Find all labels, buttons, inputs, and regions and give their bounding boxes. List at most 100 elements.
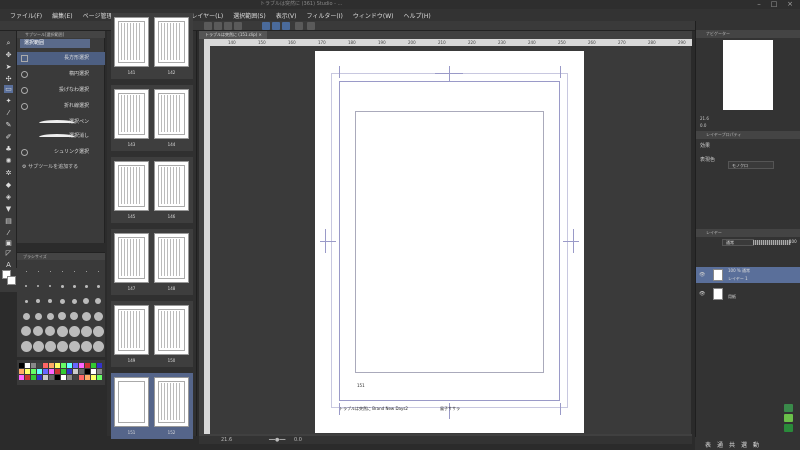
brush-size-dot[interactable] <box>45 326 55 336</box>
menu-help[interactable]: ヘルプ(H) <box>398 11 435 20</box>
color-swatch[interactable] <box>85 369 90 374</box>
snap-icon[interactable] <box>282 22 290 30</box>
brush-size-dot[interactable] <box>44 340 56 352</box>
brush-size-dot[interactable] <box>32 340 44 352</box>
menu-edit[interactable]: 編集(E) <box>47 11 77 20</box>
page-spread[interactable]: 143 144 <box>111 85 193 151</box>
color-swatch[interactable] <box>97 375 102 380</box>
page-spread[interactable]: 145 146 <box>111 157 193 223</box>
color-swatch[interactable] <box>31 363 36 368</box>
subtool-ellipse[interactable]: 楕円選択 <box>17 68 105 81</box>
tab-icon-5[interactable]: 動 <box>753 440 759 449</box>
navigator-rotate[interactable]: 0.0 <box>700 123 706 128</box>
navigator-header[interactable]: ナビゲーター <box>696 30 800 38</box>
subtool-shrink[interactable]: シュリンク選択 <box>17 146 105 159</box>
gradient-icon[interactable]: ▤ <box>4 217 13 225</box>
pencil-tool-icon[interactable]: ✐ <box>4 133 13 141</box>
brush-size-dot[interactable] <box>81 311 91 321</box>
brush-size-dot[interactable] <box>20 340 32 352</box>
status-light-icon[interactable] <box>784 414 793 422</box>
status-dark-icon[interactable] <box>784 424 793 432</box>
brush-size-dot[interactable] <box>93 311 103 321</box>
color-swatch[interactable] <box>85 375 90 380</box>
page-thumbnail[interactable] <box>154 161 189 211</box>
document-tab[interactable]: トラブルは突然に (151.clip) × <box>199 31 267 39</box>
brush-mode-icon[interactable] <box>272 22 280 30</box>
page-thumbnail[interactable] <box>154 233 189 283</box>
tab-icon-3[interactable]: 共 <box>729 440 735 449</box>
auto-select-icon[interactable]: ✦ <box>4 97 13 105</box>
figure-icon[interactable]: ⁄ <box>4 229 13 237</box>
brush-size-dot[interactable] <box>92 340 104 352</box>
subtool-lasso[interactable]: 投げなわ選択 <box>17 84 105 97</box>
subtool-select-erase[interactable]: 選択消し <box>17 130 105 143</box>
page-thumbnail[interactable] <box>154 305 189 355</box>
eyedropper-icon[interactable]: ⁄ <box>4 109 13 117</box>
color-swatch[interactable] <box>49 375 54 380</box>
brush-size-dot[interactable] <box>56 325 68 337</box>
color-swatch[interactable] <box>25 363 30 368</box>
zoom-readout[interactable]: 21.6 <box>221 436 232 444</box>
tab-icon-2[interactable]: 通 <box>717 440 723 449</box>
brush-size-dot[interactable] <box>72 284 76 288</box>
color-swatch[interactable] <box>61 369 66 374</box>
color-swatch[interactable] <box>37 363 42 368</box>
page-thumbnail[interactable] <box>114 233 149 283</box>
zoom-slider[interactable]: ━━●━━ <box>269 436 285 444</box>
color-swatch[interactable] <box>97 363 102 368</box>
menu-filter[interactable]: フィルター(I) <box>302 11 348 20</box>
pen-mode-icon[interactable] <box>262 22 270 30</box>
subtool-rect[interactable]: 長方形選択 <box>17 52 105 65</box>
airbrush-icon[interactable]: ✺ <box>4 157 13 165</box>
color-swatch[interactable] <box>97 369 102 374</box>
blend-mode-select[interactable]: 通常 <box>722 239 754 246</box>
page-spread[interactable]: 149 150 <box>111 301 193 367</box>
menu-window[interactable]: ウィンドウ(W) <box>348 11 399 20</box>
brush-size-dot[interactable] <box>68 325 80 337</box>
brush-size-dot[interactable] <box>73 270 75 272</box>
layer-palette-header[interactable]: レイヤー <box>696 229 800 237</box>
pen-tool-icon[interactable]: ✎ <box>4 121 13 129</box>
page-spread[interactable]: 141 142 <box>111 13 193 79</box>
eye-icon[interactable]: 👁 <box>699 272 705 278</box>
color-swatch[interactable] <box>37 369 42 374</box>
brush-size-dot[interactable] <box>49 285 51 287</box>
color-swatch[interactable] <box>43 375 48 380</box>
clear-icon[interactable] <box>234 22 242 30</box>
menu-selection[interactable]: 選択範囲(S) <box>228 11 271 20</box>
color-swatch[interactable] <box>67 369 72 374</box>
color-swatch[interactable] <box>55 375 60 380</box>
selection-tool-icon[interactable]: ▭ <box>4 85 13 93</box>
menu-file[interactable]: ファイル(F) <box>5 11 47 20</box>
redo-icon[interactable] <box>224 22 232 30</box>
color-swatch[interactable] <box>73 363 78 368</box>
sub-color-icon[interactable] <box>7 276 16 285</box>
color-mode-select[interactable]: モノクロ <box>728 161 774 169</box>
color-swatch[interactable] <box>55 363 60 368</box>
ruler-tool-icon[interactable]: ◸ <box>4 249 13 257</box>
brush-size-dot[interactable] <box>83 298 89 304</box>
brush-size-dot[interactable] <box>58 312 66 320</box>
color-swatch[interactable] <box>43 369 48 374</box>
color-swatch[interactable] <box>25 369 30 374</box>
color-swatch[interactable] <box>61 363 66 368</box>
color-swatch[interactable] <box>49 369 54 374</box>
color-swatch[interactable] <box>61 375 66 380</box>
page-thumbnail[interactable] <box>114 89 149 139</box>
color-swatch[interactable] <box>67 375 72 380</box>
angle-readout[interactable]: 0.0 <box>294 436 302 444</box>
color-swatch[interactable] <box>85 363 90 368</box>
brush-size-dot[interactable] <box>61 270 63 272</box>
color-swatch[interactable] <box>25 375 30 380</box>
brush-size-dot[interactable] <box>97 270 99 272</box>
color-swatch[interactable] <box>49 363 54 368</box>
brush-size-dot[interactable] <box>92 325 104 337</box>
brush-size-dot[interactable] <box>21 326 31 336</box>
color-swatch[interactable] <box>31 369 36 374</box>
zoom-tool-icon[interactable]: ⌕ <box>4 39 13 47</box>
color-swatch[interactable] <box>91 375 96 380</box>
color-swatch[interactable] <box>79 369 84 374</box>
add-subtool-button[interactable]: ⚙ サブツールを追加する <box>22 163 78 170</box>
brush-size-dot[interactable] <box>48 299 52 303</box>
page-spread[interactable]: 151 152 <box>111 373 193 439</box>
